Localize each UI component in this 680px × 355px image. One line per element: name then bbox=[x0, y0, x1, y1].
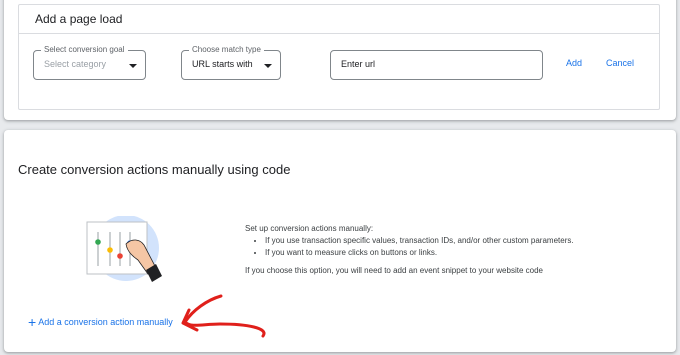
add-conversion-manually-link[interactable]: + Add a conversion action manually bbox=[28, 314, 173, 330]
conversion-goal-select[interactable]: Select conversion goal Select category bbox=[33, 45, 146, 80]
manual-conversion-card: Create conversion actions manually using… bbox=[4, 130, 676, 352]
section-title: Create conversion actions manually using… bbox=[18, 162, 291, 177]
dropdown-arrow-icon bbox=[264, 64, 272, 68]
cancel-button[interactable]: Cancel bbox=[606, 58, 634, 68]
page-load-title: Add a page load bbox=[35, 12, 123, 26]
match-type-select[interactable]: Choose match type URL starts with bbox=[181, 45, 281, 80]
url-input[interactable]: Enter url bbox=[330, 50, 543, 80]
description-intro: Set up conversion actions manually: bbox=[245, 224, 374, 233]
conversion-goal-label: Select conversion goal bbox=[41, 45, 128, 55]
url-input-placeholder: Enter url bbox=[341, 59, 376, 69]
description-bullet: If you want to measure clicks on buttons… bbox=[265, 247, 665, 259]
description-bullet: If you use transaction specific values, … bbox=[265, 235, 665, 247]
manual-description: Set up conversion actions manually: If y… bbox=[245, 223, 665, 277]
code-setup-illustration-icon bbox=[86, 216, 162, 282]
page-load-card: Add a page load Select conversion goal S… bbox=[4, 0, 676, 120]
add-conversion-manually-label: Add a conversion action manually bbox=[38, 317, 173, 327]
description-note: If you choose this option, you will need… bbox=[245, 266, 543, 275]
description-bullets: If you use transaction specific values, … bbox=[245, 235, 665, 259]
match-type-value: URL starts with bbox=[192, 59, 253, 69]
plus-icon: + bbox=[28, 314, 37, 330]
red-arrow-annotation-icon bbox=[181, 294, 266, 338]
page-load-header: Add a page load bbox=[19, 5, 659, 34]
conversion-goal-value: Select category bbox=[44, 59, 107, 69]
page-load-form: Add a page load Select conversion goal S… bbox=[18, 4, 660, 110]
dropdown-arrow-icon bbox=[129, 64, 137, 68]
add-button[interactable]: Add bbox=[566, 58, 582, 68]
match-type-label: Choose match type bbox=[189, 45, 264, 55]
